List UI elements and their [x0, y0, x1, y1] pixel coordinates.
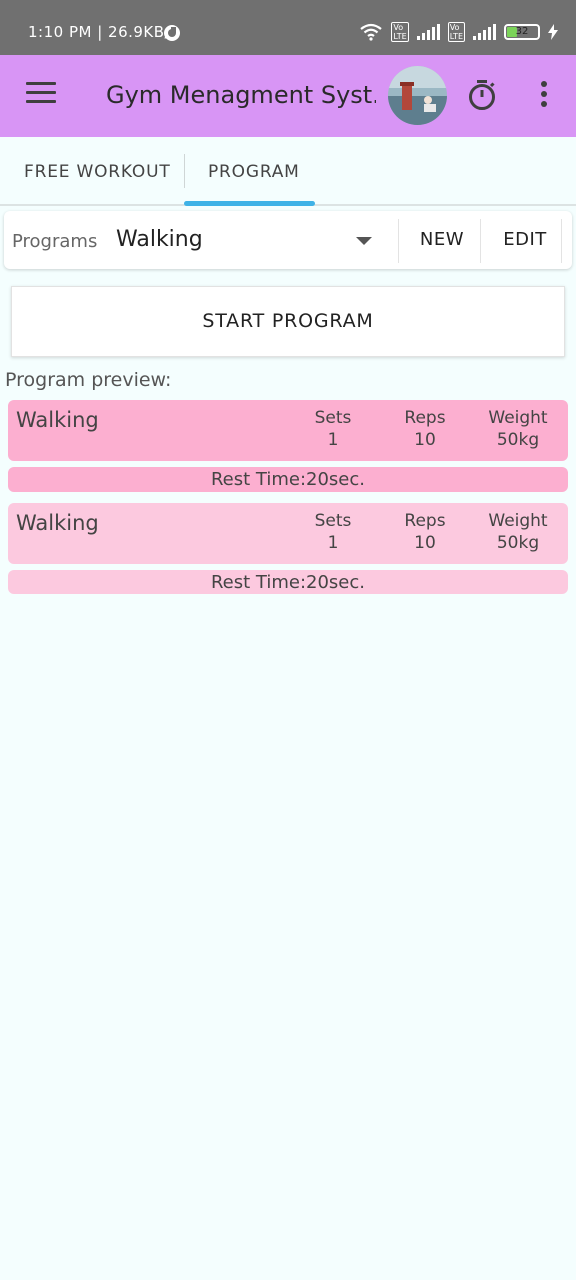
tab-bar: FREE WORKOUT PROGRAM [0, 138, 576, 206]
avatar[interactable] [388, 66, 447, 125]
tab-indicator [184, 201, 315, 206]
reps-value: 10 [414, 533, 436, 553]
dropdown-arrow-icon[interactable] [356, 237, 372, 245]
preview-label: Program preview: [5, 369, 172, 391]
programs-label: Programs [12, 231, 98, 252]
app-notification-icon [163, 24, 181, 46]
more-vert-icon[interactable] [539, 81, 549, 111]
timer-icon[interactable] [466, 79, 498, 111]
start-program-button[interactable]: START PROGRAM [11, 286, 565, 357]
rest-time-row: Rest Time:20sec. [8, 570, 568, 594]
signal-icon-2 [473, 24, 496, 40]
rest-time-row: Rest Time:20sec. [8, 467, 568, 492]
volte-icon: Vo LTE [391, 22, 409, 42]
sets-label: Sets [314, 511, 352, 531]
app-bar: Gym Menagment Syst... [0, 55, 576, 137]
signal-icon [416, 24, 440, 40]
weight-value: 50kg [496, 430, 540, 450]
tab-divider [184, 154, 185, 188]
reps-value: 10 [414, 430, 436, 450]
weight-column: Weight 50kg [476, 407, 560, 451]
volte-icon-2: Vo LTE [447, 22, 465, 42]
reps-label: Reps [404, 511, 446, 531]
tab-program[interactable]: PROGRAM [208, 162, 300, 182]
sets-value: 1 [327, 430, 339, 450]
tab-free-workout[interactable]: FREE WORKOUT [24, 162, 171, 182]
sets-column: Sets 1 [300, 510, 366, 554]
weight-value: 50kg [496, 533, 540, 553]
divider [398, 219, 399, 263]
divider [561, 219, 562, 263]
sets-column: Sets 1 [300, 407, 366, 451]
battery-icon: 32 [504, 24, 540, 40]
menu-icon[interactable] [26, 82, 56, 108]
new-program-button[interactable]: NEW [408, 229, 476, 250]
reps-label: Reps [404, 408, 446, 428]
status-time: 1:10 PM | 26.9KB/s [28, 23, 179, 41]
edit-program-button[interactable]: EDIT [488, 229, 562, 250]
sets-label: Sets [314, 408, 352, 428]
sets-value: 1 [327, 533, 339, 553]
reps-column: Reps 10 [392, 510, 458, 554]
exercise-name: Walking [16, 408, 99, 432]
battery-level: 32 [515, 26, 529, 37]
exercise-name: Walking [16, 511, 99, 535]
programs-card: Programs Walking NEW EDIT [4, 211, 572, 269]
app-title: Gym Menagment Syst... [106, 81, 376, 109]
weight-label: Weight [488, 408, 548, 428]
weight-column: Weight 50kg [476, 510, 560, 554]
status-bar: 1:10 PM | 26.9KB/s Vo LTE Vo LTE 32 [0, 0, 576, 55]
exercise-row[interactable]: Walking Sets 1 Reps 10 Weight 50kg [8, 503, 568, 564]
reps-column: Reps 10 [392, 407, 458, 451]
exercise-row[interactable]: Walking Sets 1 Reps 10 Weight 50kg [8, 400, 568, 461]
wifi-icon [359, 23, 383, 41]
charging-icon [548, 24, 558, 40]
divider [480, 219, 481, 263]
weight-label: Weight [488, 511, 548, 531]
program-dropdown[interactable]: Walking [116, 227, 203, 252]
